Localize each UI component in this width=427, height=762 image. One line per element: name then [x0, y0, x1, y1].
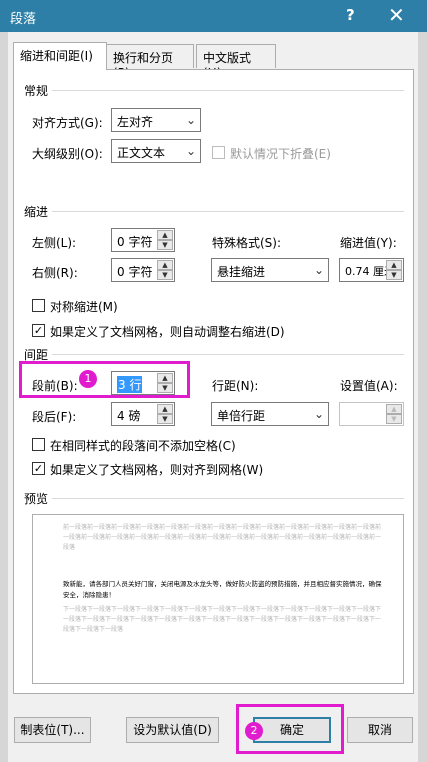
spin-down-icon[interactable]: ▼: [157, 270, 173, 280]
chevron-down-icon: ⌄: [185, 113, 197, 127]
indent-right-label: 右侧(R):: [32, 266, 78, 280]
spin-up-icon[interactable]: ▲: [386, 260, 402, 270]
divider: [52, 498, 404, 499]
divider: [52, 211, 404, 212]
alignment-select[interactable]: 左对齐 ⌄: [111, 108, 201, 132]
section-preview: 预览: [24, 492, 49, 506]
special-indent-select[interactable]: 悬挂缩进 ⌄: [211, 258, 329, 282]
indent-by-input[interactable]: 0.74 厘米 ▲ ▼: [339, 258, 404, 282]
auto-adjust-indent-checkbox[interactable]: ✓: [32, 324, 45, 337]
preview-main-text: 致新能，请各部门人员关好门窗，关闭电源及水龙头等，做好防火防盗的预防措施，并且相…: [63, 580, 382, 599]
annotation-badge-1: 1: [79, 370, 97, 388]
spin-down-icon[interactable]: ▼: [157, 414, 173, 424]
section-indentation: 缩进: [24, 205, 49, 219]
spin-up-icon[interactable]: ▲: [386, 404, 402, 414]
spin-down-icon[interactable]: ▼: [386, 270, 402, 280]
outline-level-select[interactable]: 正文文本 ⌄: [111, 139, 201, 163]
outline-level-label: 大纲级别(O):: [32, 147, 103, 161]
section-general: 常规: [24, 84, 49, 98]
spacing-after-input[interactable]: 4 磅 ▲ ▼: [111, 402, 175, 426]
spin-up-icon[interactable]: ▲: [157, 260, 173, 270]
indent-by-label: 缩进值(Y):: [340, 236, 397, 250]
indent-right-input[interactable]: 0 字符 ▲ ▼: [111, 258, 175, 282]
snap-to-grid-checkbox[interactable]: ✓: [32, 462, 45, 475]
alignment-label: 对齐方式(G):: [32, 116, 103, 130]
collapse-checkbox[interactable]: [212, 146, 225, 159]
no-space-same-style-checkbox[interactable]: [32, 438, 45, 451]
spin-down-icon[interactable]: ▼: [157, 240, 173, 250]
mirror-indent-checkbox[interactable]: [32, 299, 45, 312]
highlight-box-spacing-before: [19, 361, 190, 398]
spin-up-icon[interactable]: ▲: [157, 404, 173, 414]
cancel-button[interactable]: 取消: [347, 717, 413, 743]
chevron-down-icon: ⌄: [185, 144, 197, 158]
snap-to-grid-label: 如果定义了文档网格，则对齐到网格(W): [50, 463, 264, 477]
indent-left-label: 左侧(L):: [32, 236, 77, 250]
spacing-after-label: 段后(F):: [32, 410, 77, 424]
spin-up-icon[interactable]: ▲: [157, 230, 173, 240]
chevron-down-icon: ⌄: [313, 263, 325, 277]
preview-after-text: 下一段落下一段落下一段落下一段落下一段落下一段落下一段落下一段落下一段落下一段落…: [63, 606, 382, 633]
special-indent-label: 特殊格式(S):: [212, 236, 282, 250]
divider: [52, 90, 404, 91]
annotation-badge-2: 2: [245, 722, 263, 740]
set-default-button[interactable]: 设为默认值(D): [126, 717, 219, 743]
spacing-at-input[interactable]: ▲ ▼: [339, 402, 404, 426]
collapse-label: 默认情况下折叠(E): [230, 147, 331, 161]
paragraph-preview: 前一段落前一段落前一段落前一段落前一段落前一段落前一段落前一段落前一段落前一段落…: [32, 514, 404, 684]
spin-down-icon[interactable]: ▼: [386, 414, 402, 424]
chevron-down-icon: ⌄: [313, 407, 325, 421]
spacing-at-label: 设置值(A):: [340, 379, 398, 393]
no-space-same-style-label: 在相同样式的段落间不添加空格(C): [50, 439, 236, 453]
line-spacing-label: 行距(N):: [212, 379, 259, 393]
divider: [52, 354, 404, 355]
mirror-indent-label: 对称缩进(M): [50, 300, 118, 314]
preview-before-text: 前一段落前一段落前一段落前一段落前一段落前一段落前一段落前一段落前一段落前一段落…: [63, 524, 382, 551]
tabs-button[interactable]: 制表位(T)...: [14, 717, 91, 743]
indent-left-input[interactable]: 0 字符 ▲ ▼: [111, 228, 175, 252]
auto-adjust-indent-label: 如果定义了文档网格，则自动调整右缩进(D): [50, 325, 285, 339]
line-spacing-select[interactable]: 单倍行距 ⌄: [211, 402, 329, 426]
